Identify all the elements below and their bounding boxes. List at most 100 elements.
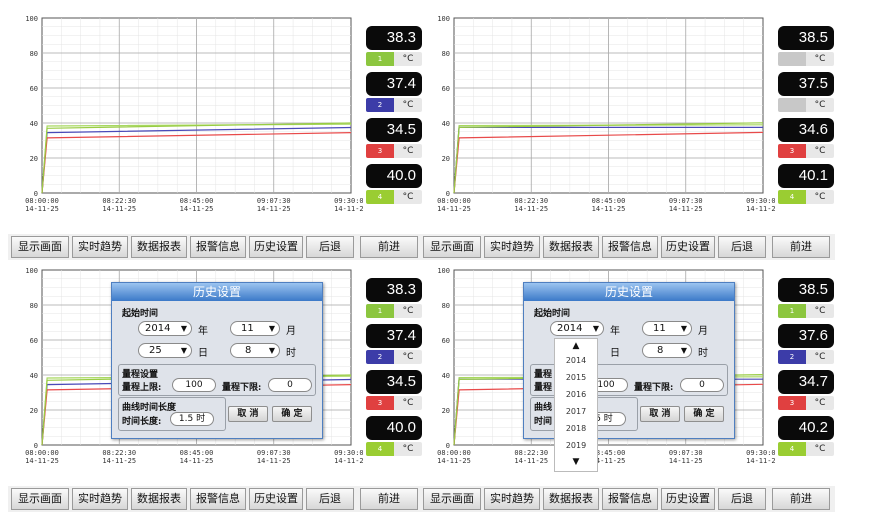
channel-color-swatch: 3 bbox=[778, 396, 806, 410]
ok-button[interactable]: 确 定 bbox=[272, 406, 312, 422]
trend-panel-2: 100 80 60 40 20 0 08:00:00 14-11-25 08:22:30 14-1… bbox=[420, 12, 835, 262]
scroll-down-icon[interactable]: ▼ bbox=[555, 457, 597, 467]
display-screen-button[interactable]: 显示画面 bbox=[11, 488, 69, 510]
ok-button[interactable]: 确 定 bbox=[684, 406, 724, 422]
channel-color-swatch bbox=[778, 52, 806, 66]
channel-color-swatch: 1 bbox=[366, 52, 394, 66]
forward-button[interactable]: 前进 bbox=[360, 488, 418, 510]
year-select[interactable]: 2014 ▼ bbox=[138, 321, 192, 336]
back-button[interactable]: 后退 bbox=[718, 236, 766, 258]
data-report-button[interactable]: 数据报表 bbox=[543, 236, 599, 258]
year-unit-label: 年 bbox=[198, 326, 208, 337]
channel-readout: 38.3 1 °C bbox=[366, 26, 422, 70]
forward-button[interactable]: 前进 bbox=[772, 236, 830, 258]
realtime-trend-button[interactable]: 实时趋势 bbox=[72, 236, 128, 258]
year-unit-label: 年 bbox=[610, 326, 620, 337]
year-option[interactable]: 2016 bbox=[555, 390, 597, 399]
trend-chart-svg: 10080604020008:00:0014-11-2508:22:3014-1… bbox=[437, 15, 775, 213]
channel-readout: 34.7 3 °C bbox=[778, 370, 834, 414]
curve-length-label: 曲线时间长度 bbox=[122, 403, 177, 413]
data-report-button[interactable]: 数据报表 bbox=[131, 488, 187, 510]
hour-value: 8 bbox=[245, 345, 252, 356]
time-length-label: 时间 bbox=[534, 417, 553, 427]
year-option[interactable]: 2018 bbox=[555, 424, 597, 433]
x-tick-time-label: 09:30:00 bbox=[746, 197, 775, 205]
year-option[interactable]: 2017 bbox=[555, 407, 597, 416]
upper-limit-label: 量程 bbox=[534, 383, 553, 393]
chevron-down-icon: ▼ bbox=[268, 346, 275, 355]
unit-label: °C bbox=[806, 52, 834, 66]
year-dropdown-list[interactable]: ▲ 2014 2015 2016 2017 2018 2019 ▼ bbox=[554, 338, 598, 472]
year-option[interactable]: 2015 bbox=[555, 373, 597, 382]
y-tick-label: 100 bbox=[437, 15, 450, 23]
y-tick-label: 80 bbox=[442, 50, 450, 58]
forward-button[interactable]: 前进 bbox=[360, 236, 418, 258]
year-option[interactable]: 2019 bbox=[555, 441, 597, 450]
back-button[interactable]: 后退 bbox=[306, 236, 354, 258]
cancel-button[interactable]: 取 消 bbox=[640, 406, 680, 422]
history-settings-button[interactable]: 历史设置 bbox=[661, 488, 715, 510]
x-tick-date-label: 14-11-25 bbox=[334, 457, 363, 465]
realtime-trend-button[interactable]: 实时趋势 bbox=[72, 488, 128, 510]
year-option[interactable]: 2014 bbox=[555, 356, 597, 365]
cancel-button[interactable]: 取 消 bbox=[228, 406, 268, 422]
alarm-info-button[interactable]: 报警信息 bbox=[602, 488, 658, 510]
day-select[interactable]: 25 ▼ bbox=[138, 343, 192, 358]
channel-readout: 40.0 4 °C bbox=[366, 416, 422, 460]
temperature-value: 38.3 bbox=[366, 26, 422, 50]
alarm-info-button[interactable]: 报警信息 bbox=[190, 236, 246, 258]
channel-readout: 40.0 4 °C bbox=[366, 164, 422, 208]
month-value: 11 bbox=[653, 323, 666, 334]
scroll-up-icon[interactable]: ▲ bbox=[555, 341, 597, 351]
month-select[interactable]: 11 ▼ bbox=[230, 321, 280, 336]
data-report-button[interactable]: 数据报表 bbox=[543, 488, 599, 510]
history-settings-button[interactable]: 历史设置 bbox=[249, 488, 303, 510]
time-length-input[interactable]: 1.5 时 bbox=[170, 412, 214, 426]
hour-select[interactable]: 8 ▼ bbox=[230, 343, 280, 358]
realtime-trend-button[interactable]: 实时趋势 bbox=[484, 236, 540, 258]
x-tick-date-label: 14-11-25 bbox=[514, 205, 548, 213]
lower-limit-label: 量程下限: bbox=[634, 383, 674, 393]
channel-readout: 38.3 1 °C bbox=[366, 278, 422, 322]
channel-color-swatch: 4 bbox=[778, 442, 806, 456]
x-tick-time-label: 08:22:30 bbox=[102, 449, 136, 457]
alarm-info-button[interactable]: 报警信息 bbox=[602, 236, 658, 258]
channel-readout: 38.5 °C bbox=[778, 26, 834, 70]
forward-button[interactable]: 前进 bbox=[772, 488, 830, 510]
history-settings-dialog: 历史设置 起始时间 2014 ▼ 年 11 ▼ 月 日 8 ▼ 时 量程 量程 100… bbox=[523, 282, 735, 472]
x-tick-time-label: 08:45:00 bbox=[180, 197, 214, 205]
unit-label: °C bbox=[806, 98, 834, 112]
y-tick-label: 40 bbox=[30, 372, 38, 380]
x-tick-date-label: 14-11-25 bbox=[746, 457, 775, 465]
hour-select[interactable]: 8 ▼ bbox=[642, 343, 692, 358]
x-tick-time-label: 08:22:30 bbox=[514, 449, 548, 457]
upper-limit-input[interactable]: 100 bbox=[172, 378, 216, 392]
x-tick-date-label: 14-11-25 bbox=[102, 205, 136, 213]
month-select[interactable]: 11 ▼ bbox=[642, 321, 692, 336]
lower-limit-input[interactable]: 0 bbox=[268, 378, 312, 392]
data-report-button[interactable]: 数据报表 bbox=[131, 236, 187, 258]
y-tick-label: 20 bbox=[30, 407, 38, 415]
chevron-down-icon: ▼ bbox=[680, 324, 687, 333]
display-screen-button[interactable]: 显示画面 bbox=[423, 236, 481, 258]
back-button[interactable]: 后退 bbox=[718, 488, 766, 510]
display-screen-button[interactable]: 显示画面 bbox=[11, 236, 69, 258]
year-select[interactable]: 2014 ▼ bbox=[550, 321, 604, 336]
channel-readout: 34.5 3 °C bbox=[366, 118, 422, 162]
unit-label: °C bbox=[806, 442, 834, 456]
unit-label: °C bbox=[394, 442, 422, 456]
history-settings-button[interactable]: 历史设置 bbox=[661, 236, 715, 258]
display-screen-button[interactable]: 显示画面 bbox=[423, 488, 481, 510]
history-settings-button[interactable]: 历史设置 bbox=[249, 236, 303, 258]
realtime-trend-button[interactable]: 实时趋势 bbox=[484, 488, 540, 510]
x-tick-date-label: 14-11-25 bbox=[437, 205, 471, 213]
temperature-value: 37.4 bbox=[366, 72, 422, 96]
range-settings-label: 量程 bbox=[534, 370, 553, 380]
lower-limit-input[interactable]: 0 bbox=[680, 378, 724, 392]
back-button[interactable]: 后退 bbox=[306, 488, 354, 510]
x-tick-time-label: 09:07:30 bbox=[669, 197, 703, 205]
hour-unit-label: 时 bbox=[286, 348, 296, 359]
year-value: 2014 bbox=[557, 323, 583, 334]
channel-color-swatch: 1 bbox=[778, 304, 806, 318]
alarm-info-button[interactable]: 报警信息 bbox=[190, 488, 246, 510]
